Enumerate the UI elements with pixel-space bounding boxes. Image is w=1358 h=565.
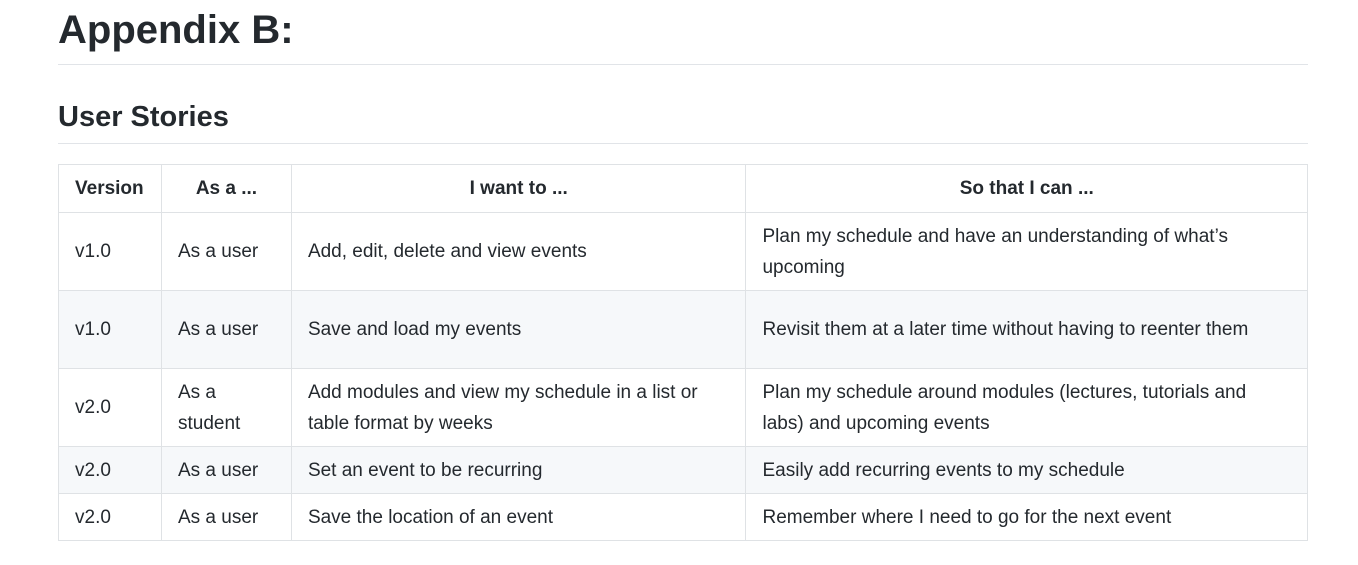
page-title: Appendix B: [58,8,294,52]
table-row: v1.0 As a user Save and load my events R… [58,290,1308,369]
title-divider [58,64,1308,65]
cell-version: v2.0 [58,446,162,494]
cell-i-want-to: Add modules and view my schedule in a li… [290,368,747,447]
cell-version: v2.0 [58,493,162,541]
cell-version: v1.0 [58,212,162,291]
cell-i-want-to: Save the location of an event [290,493,747,541]
cell-so-that: Plan my schedule and have an understandi… [745,212,1308,291]
cell-so-that: Revisit them at a later time without hav… [745,290,1308,369]
column-header-as-a: As a ... [160,164,292,213]
column-header-i-want-to: I want to ... [290,164,747,213]
cell-so-that: Plan my schedule around modules (lecture… [745,368,1308,447]
table-row: v2.0 As a user Save the location of an e… [58,493,1308,541]
cell-as-a: As a user [160,446,292,494]
cell-as-a: As a user [160,212,292,291]
cell-i-want-to: Add, edit, delete and view events [290,212,747,291]
cell-i-want-to: Save and load my events [290,290,747,369]
table-row: v2.0 As a user Set an event to be recurr… [58,446,1308,494]
cell-as-a: As a user [160,290,292,369]
section-divider [58,143,1308,144]
table-row: v1.0 As a user Add, edit, delete and vie… [58,212,1308,291]
cell-so-that: Easily add recurring events to my schedu… [745,446,1308,494]
cell-as-a: As a user [160,493,292,541]
table-header-row: Version As a ... I want to ... So that I… [58,164,1308,213]
cell-as-a: As a student [160,368,292,447]
table-row: v2.0 As a student Add modules and view m… [58,368,1308,447]
cell-version: v2.0 [58,368,162,447]
cell-i-want-to: Set an event to be recurring [290,446,747,494]
column-header-version: Version [58,164,162,213]
user-stories-table: Version As a ... I want to ... So that I… [58,164,1308,541]
cell-so-that: Remember where I need to go for the next… [745,493,1308,541]
cell-version: v1.0 [58,290,162,369]
column-header-so-that: So that I can ... [745,164,1308,213]
section-title: User Stories [58,101,229,133]
